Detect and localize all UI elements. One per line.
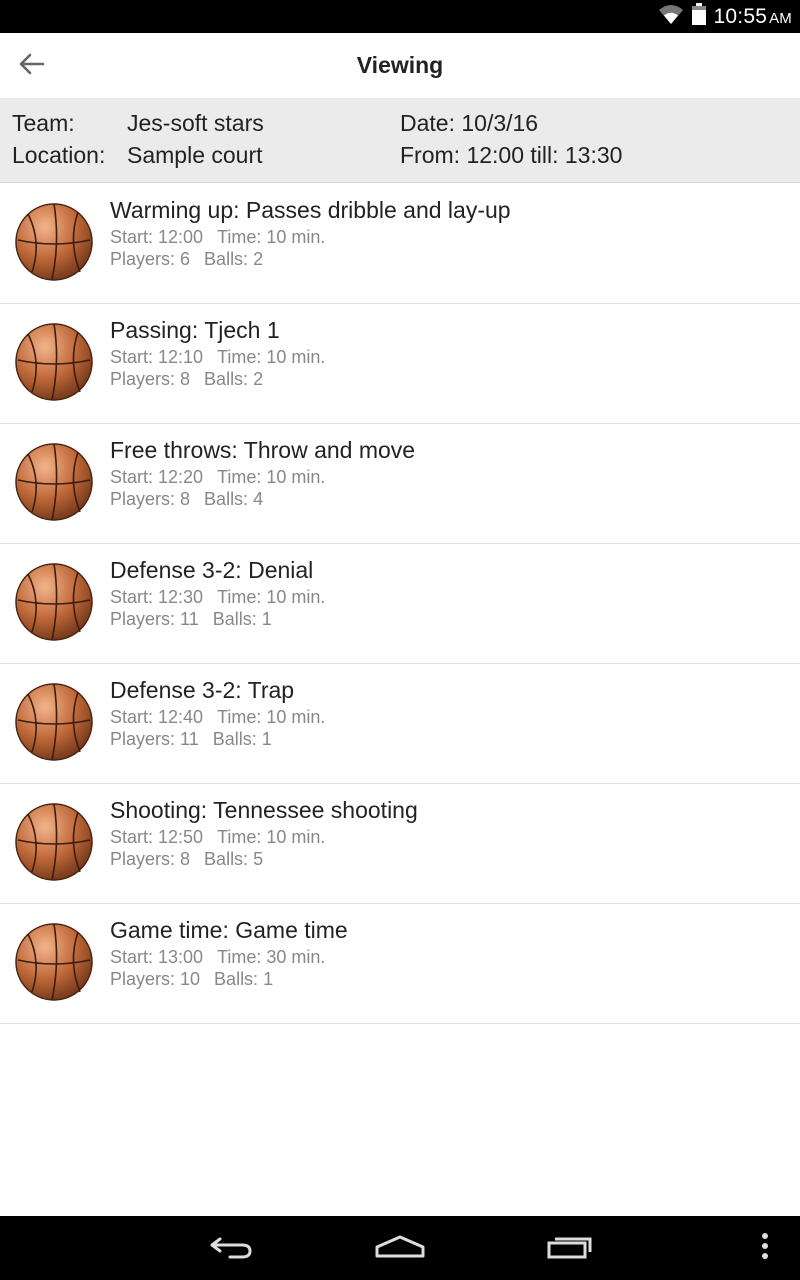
- overflow-menu-icon: [760, 1232, 770, 1265]
- drill-schedule: Start: 12:40 Time: 10 min.: [110, 707, 325, 728]
- drill-duration: Time: 10 min.: [217, 587, 326, 607]
- drill-balls: Balls: 2: [204, 369, 264, 389]
- basketball-icon: [14, 322, 94, 402]
- drill-start: Start: 12:00: [110, 227, 204, 247]
- basketball-icon: [14, 802, 94, 882]
- drill-players: Players: 10: [110, 969, 201, 989]
- wifi-icon: [658, 3, 684, 30]
- drill-resources: Players: 6 Balls: 2: [110, 249, 263, 270]
- team-label: Team:: [12, 110, 75, 136]
- basketball-icon: [14, 682, 94, 762]
- drill-balls: Balls: 1: [214, 969, 274, 989]
- drill-schedule: Start: 12:50 Time: 10 min.: [110, 827, 325, 848]
- drill-schedule: Start: 12:00 Time: 10 min.: [110, 227, 325, 248]
- basketball-icon: [14, 442, 94, 522]
- overflow-menu-button[interactable]: [745, 1216, 785, 1280]
- drill-title: Defense 3-2: Denial: [110, 557, 314, 583]
- system-nav-bar: [0, 1216, 800, 1280]
- nav-recents-icon: [546, 1232, 594, 1265]
- list-item[interactable]: Passing: Tjech 1 Start: 12:10 Time: 10 mi…: [0, 304, 800, 424]
- drill-balls: Balls: 4: [204, 489, 264, 509]
- drill-title: Warming up: Passes dribble and lay-up: [110, 197, 511, 223]
- drill-players: Players: 8: [110, 489, 191, 509]
- drill-balls: Balls: 1: [212, 729, 272, 749]
- drill-balls: Balls: 5: [204, 849, 264, 869]
- drill-resources: Players: 11 Balls: 1: [110, 729, 272, 750]
- drill-players: Players: 11: [110, 609, 199, 629]
- drill-title: Game time: Game time: [110, 917, 348, 943]
- drill-schedule: Start: 12:20 Time: 10 min.: [110, 467, 325, 488]
- nav-back-button[interactable]: [195, 1216, 265, 1280]
- drill-title: Free throws: Throw and move: [110, 437, 416, 463]
- drill-title: Defense 3-2: Trap: [110, 677, 295, 703]
- drill-schedule: Start: 12:30 Time: 10 min.: [110, 587, 325, 608]
- drill-duration: Time: 10 min.: [217, 347, 326, 367]
- list-item[interactable]: Defense 3-2: Denial Start: 12:30 Time: 10…: [0, 544, 800, 664]
- nav-home-button[interactable]: [365, 1216, 435, 1280]
- status-time: 10:55 AM: [713, 4, 792, 28]
- drill-balls: Balls: 2: [204, 249, 264, 269]
- drill-start: Start: 12:20: [110, 467, 204, 487]
- battery-icon: [691, 3, 706, 30]
- drill-duration: Time: 10 min.: [217, 707, 326, 727]
- list-item[interactable]: Shooting: Tennessee shooting Start: 12:5…: [0, 784, 800, 904]
- list-item[interactable]: Game time: Game time Start: 13:00 Time: 3…: [0, 904, 800, 1024]
- drill-balls: Balls: 1: [212, 609, 272, 629]
- drill-schedule: Start: 13:00 Time: 30 min.: [110, 947, 325, 968]
- drill-resources: Players: 11 Balls: 1: [110, 609, 272, 630]
- location-value: Sample court: [127, 142, 263, 168]
- page-title: Viewing: [356, 52, 444, 78]
- nav-back-icon: [206, 1232, 254, 1265]
- drill-start: Start: 12:40: [110, 707, 204, 727]
- drill-resources: Players: 8 Balls: 5: [110, 849, 263, 870]
- time-range-text: From: 12:00 till: 13:30: [400, 142, 623, 168]
- drill-players: Players: 6: [110, 249, 191, 269]
- drill-title: Shooting: Tennessee shooting: [110, 797, 418, 823]
- status-bar: 10:55 AM: [0, 0, 800, 33]
- date-text: Date: 10/3/16: [400, 110, 539, 136]
- app-bar: Viewing: [0, 33, 800, 98]
- list-item[interactable]: Free throws: Throw and move Start: 12:20…: [0, 424, 800, 544]
- drill-players: Players: 11: [110, 729, 199, 749]
- location-label: Location:: [12, 142, 106, 168]
- drill-duration: Time: 30 min.: [217, 947, 326, 967]
- team-value: Jes-soft stars: [127, 110, 264, 136]
- drill-schedule: Start: 12:10 Time: 10 min.: [110, 347, 325, 368]
- drill-resources: Players: 10 Balls: 1: [110, 969, 273, 990]
- basketball-icon: [14, 562, 94, 642]
- drill-resources: Players: 8 Balls: 2: [110, 369, 263, 390]
- basketball-icon: [14, 202, 94, 282]
- session-info-panel: Team: Jes-soft stars Date: 10/3/16 Locat…: [0, 98, 800, 183]
- drill-start: Start: 12:30: [110, 587, 204, 607]
- nav-recents-button[interactable]: [535, 1216, 605, 1280]
- status-icons: 10:55 AM: [658, 0, 792, 33]
- drill-start: Start: 12:10: [110, 347, 204, 367]
- nav-home-icon: [374, 1232, 426, 1265]
- list-item[interactable]: Warming up: Passes dribble and lay-up St…: [0, 184, 800, 304]
- drill-duration: Time: 10 min.: [217, 827, 326, 847]
- drill-resources: Players: 8 Balls: 4: [110, 489, 263, 510]
- drill-title: Passing: Tjech 1: [110, 317, 280, 343]
- drill-players: Players: 8: [110, 849, 191, 869]
- drill-start: Start: 12:50: [110, 827, 204, 847]
- drill-duration: Time: 10 min.: [217, 467, 326, 487]
- drill-duration: Time: 10 min.: [217, 227, 326, 247]
- drill-list: Warming up: Passes dribble and lay-up St…: [0, 184, 800, 1024]
- drill-start: Start: 13:00: [110, 947, 204, 967]
- basketball-icon: [14, 922, 94, 1002]
- list-item[interactable]: Defense 3-2: Trap Start: 12:40 Time: 10 m…: [0, 664, 800, 784]
- drill-players: Players: 8: [110, 369, 191, 389]
